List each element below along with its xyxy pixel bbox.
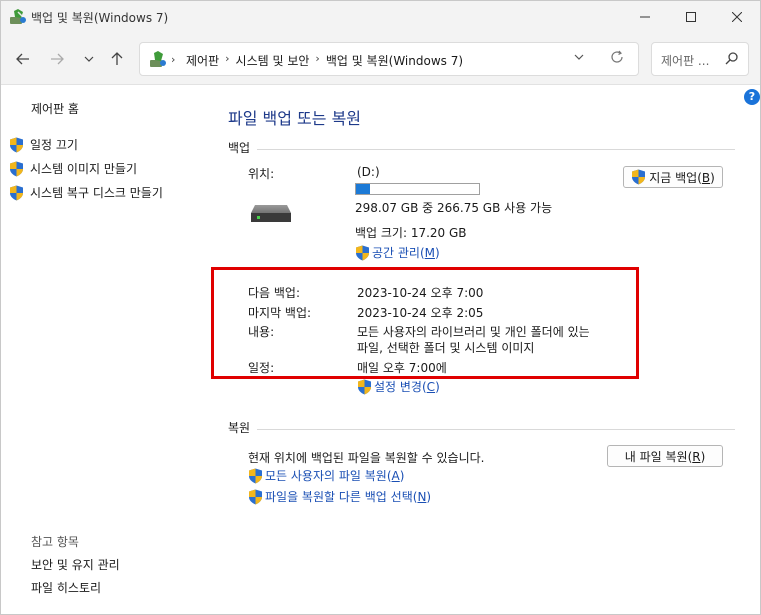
address-dropdown-button[interactable] bbox=[574, 52, 584, 65]
select-other-backup-mnemonic: N bbox=[417, 490, 427, 504]
arrow-left-icon bbox=[16, 53, 29, 65]
left-task-label: 시스템 이미지 만들기 bbox=[30, 162, 137, 176]
backup-now-button[interactable]: 지금 백업(B) bbox=[623, 166, 723, 188]
restore-section-heading: 복원 bbox=[228, 421, 251, 435]
breadcrumb-separator-icon: › bbox=[225, 52, 230, 65]
control-panel-icon bbox=[150, 51, 166, 67]
disk-usage-text: 298.07 GB 중 266.75 GB 사용 가능 bbox=[355, 201, 553, 215]
see-also-heading: 참고 항목 bbox=[31, 535, 79, 549]
left-task-label: 일정 끄기 bbox=[30, 138, 78, 152]
window-title: 백업 및 복원(Windows 7) bbox=[31, 11, 169, 25]
uac-shield-icon bbox=[358, 379, 371, 394]
arrow-right-icon bbox=[51, 53, 64, 65]
refresh-icon bbox=[611, 50, 623, 63]
control-panel-home-link[interactable]: 제어판 홈 bbox=[31, 100, 79, 117]
back-button[interactable] bbox=[11, 47, 35, 71]
restore-all-users-mnemonic: A bbox=[391, 469, 400, 483]
up-button[interactable] bbox=[105, 47, 129, 71]
backup-restore-icon bbox=[10, 9, 26, 24]
backup-now-mnemonic: B bbox=[701, 170, 711, 185]
disk-usage-bar bbox=[355, 183, 480, 195]
uac-shield-icon bbox=[249, 489, 262, 504]
address-bar[interactable]: › 제어판 › 시스템 및 보안 › 백업 및 복원(Windows 7) bbox=[139, 42, 639, 76]
uac-shield-icon bbox=[10, 185, 23, 200]
select-other-backup-label: 파일을 복원할 다른 백업 선택 bbox=[265, 490, 413, 504]
section-divider bbox=[257, 429, 735, 430]
manage-space-mnemonic: M bbox=[424, 246, 436, 260]
uac-shield-icon bbox=[10, 137, 23, 152]
location-label: 위치: bbox=[248, 167, 275, 181]
change-settings-link[interactable]: 설정 변경(C) bbox=[357, 378, 440, 395]
close-button[interactable] bbox=[714, 1, 760, 33]
see-also-security-maintenance-link[interactable]: 보안 및 유지 관리 bbox=[31, 556, 120, 573]
search-placeholder: 제어판 ... bbox=[661, 54, 710, 68]
manage-space-link[interactable]: 공간 관리(M) bbox=[355, 244, 440, 261]
breadcrumb-item[interactable]: 시스템 및 보안 bbox=[236, 52, 310, 69]
breadcrumb: 제어판 › 시스템 및 보안 › 백업 및 복원(Windows 7) bbox=[186, 52, 463, 69]
arrow-up-icon bbox=[111, 52, 123, 65]
backup-section-heading: 백업 bbox=[228, 141, 251, 155]
see-also-file-history-link[interactable]: 파일 히스토리 bbox=[31, 579, 101, 596]
title-bar: 백업 및 복원(Windows 7) bbox=[1, 1, 760, 33]
restore-all-users-label: 모든 사용자의 파일 복원 bbox=[265, 469, 387, 483]
restore-my-files-label: 내 파일 복원 bbox=[624, 449, 688, 464]
app-window: 백업 및 복원(Windows 7) › 제어판 › 시스템 및 보안 › 백업… bbox=[0, 0, 761, 615]
backup-now-label: 지금 백업 bbox=[649, 170, 698, 185]
location-value: (D:) bbox=[357, 165, 380, 179]
maximize-button[interactable] bbox=[668, 1, 714, 33]
change-settings-label: 설정 변경 bbox=[374, 380, 422, 394]
navigation-bar: › 제어판 › 시스템 및 보안 › 백업 및 복원(Windows 7) 제어… bbox=[1, 33, 760, 85]
left-task-turn-off-schedule[interactable]: 일정 끄기 bbox=[9, 136, 78, 153]
forward-button[interactable] bbox=[45, 47, 69, 71]
restore-all-users-link[interactable]: 모든 사용자의 파일 복원(A) bbox=[248, 467, 404, 484]
left-task-label: 시스템 복구 디스크 만들기 bbox=[30, 186, 163, 200]
highlight-box bbox=[211, 267, 639, 379]
restore-description: 현재 위치에 백업된 파일을 복원할 수 있습니다. bbox=[248, 451, 485, 465]
minimize-button[interactable] bbox=[622, 1, 668, 33]
maximize-icon bbox=[686, 12, 696, 22]
manage-space-label: 공간 관리 bbox=[372, 246, 420, 260]
chevron-down-icon bbox=[574, 54, 584, 60]
backup-size-text: 백업 크기: 17.20 GB bbox=[355, 226, 467, 240]
drive-icon bbox=[251, 205, 291, 222]
restore-my-files-mnemonic: R bbox=[692, 449, 701, 464]
section-divider bbox=[257, 149, 735, 150]
close-icon bbox=[732, 12, 742, 22]
uac-shield-icon bbox=[249, 468, 262, 483]
left-task-create-system-image[interactable]: 시스템 이미지 만들기 bbox=[9, 160, 137, 177]
search-icon bbox=[725, 52, 738, 65]
refresh-button[interactable] bbox=[610, 50, 624, 68]
breadcrumb-item[interactable]: 백업 및 복원(Windows 7) bbox=[326, 52, 463, 69]
disk-usage-fill bbox=[356, 184, 370, 194]
chevron-down-icon bbox=[84, 56, 94, 62]
recent-locations-button[interactable] bbox=[77, 47, 101, 71]
change-settings-mnemonic: C bbox=[426, 380, 436, 394]
breadcrumb-separator-icon: › bbox=[171, 53, 176, 66]
uac-shield-icon bbox=[10, 161, 23, 176]
help-button[interactable]: ? bbox=[744, 89, 760, 105]
minimize-icon bbox=[640, 16, 650, 18]
restore-my-files-button[interactable]: 내 파일 복원(R) bbox=[607, 445, 723, 467]
uac-shield-icon bbox=[356, 245, 369, 260]
search-box[interactable]: 제어판 ... bbox=[651, 42, 749, 76]
breadcrumb-item[interactable]: 제어판 bbox=[186, 52, 219, 69]
uac-shield-icon bbox=[632, 169, 646, 185]
left-task-create-repair-disc[interactable]: 시스템 복구 디스크 만들기 bbox=[9, 184, 163, 201]
select-other-backup-link[interactable]: 파일을 복원할 다른 백업 선택(N) bbox=[248, 488, 431, 505]
breadcrumb-separator-icon: › bbox=[315, 52, 320, 65]
page-title: 파일 백업 또는 복원 bbox=[228, 109, 362, 128]
